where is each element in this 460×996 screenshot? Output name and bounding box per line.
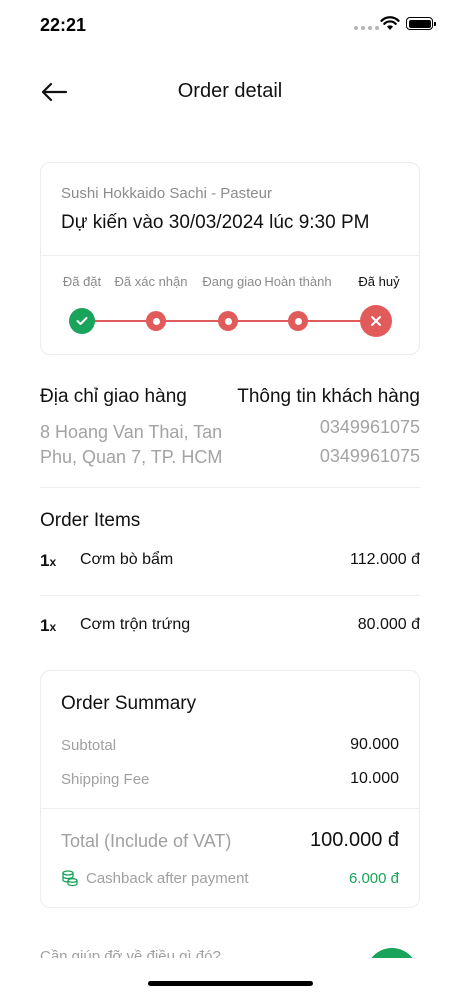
item-price: 112.000 đ [350, 551, 420, 568]
close-icon [371, 316, 381, 326]
cashback-value: 6.000 đ [348, 870, 399, 887]
signal-dots-icon [354, 26, 379, 30]
order-summary-card: Order Summary Subtotal 90.000 Shipping F… [40, 670, 420, 908]
delivery-address-title: Địa chỉ giao hàng [40, 386, 187, 407]
step-label-placed: Đã đặt [62, 274, 102, 289]
step-node-confirmed [146, 311, 166, 331]
step-label-confirmed: Đã xác nhận [114, 274, 188, 289]
step-node-cancelled [360, 305, 392, 337]
list-item: 1x Cơm trộn trứng 80.000 đ [40, 616, 420, 640]
divider [40, 487, 420, 488]
bottom-area [0, 958, 460, 996]
order-status-card: Sushi Hokkaido Sachi - Pasteur Dự kiến v… [40, 162, 420, 355]
list-item: 1x Cơm bò bẩm 112.000 đ [40, 551, 420, 575]
cashback-label: Cashback after payment [86, 870, 249, 887]
shipping-fee-label: Shipping Fee [61, 771, 150, 788]
address-line: 8 Hoang Van Thai, Tan [40, 422, 223, 442]
item-quantity: 1x [40, 551, 57, 570]
order-summary-title: Order Summary [61, 693, 197, 714]
total-label: Total (Include of VAT) [61, 831, 232, 851]
status-bar: 22:21 [0, 0, 460, 50]
coins-icon [62, 870, 78, 887]
divider [40, 595, 420, 596]
address-line: Phu, Quan 7, TP. HCM [40, 447, 223, 467]
item-price: 80.000 đ [357, 616, 420, 633]
step-label-completed: Hoàn thành [264, 274, 332, 289]
estimated-delivery: Dự kiến vào 30/03/2024 lúc 9:30 PM [61, 212, 370, 233]
item-name: Cơm bò bẩm [80, 551, 174, 568]
customer-phone[interactable]: 0349961075 [320, 446, 420, 467]
status-time: 22:21 [40, 15, 87, 35]
total-value: 100.000 đ [310, 829, 399, 851]
item-quantity: 1x [40, 616, 57, 635]
item-name: Cơm trộn trứng [80, 616, 191, 633]
page-title: Order detail [177, 80, 283, 102]
step-done-node [69, 308, 95, 334]
home-indicator[interactable] [148, 981, 313, 986]
order-items-title: Order Items [40, 510, 141, 531]
step-node-completed [288, 311, 308, 331]
header: Order detail [0, 64, 460, 120]
customer-phone[interactable]: 0349961075 [320, 417, 420, 438]
check-icon [76, 317, 88, 325]
divider [41, 255, 419, 256]
customer-info-title: Thông tin khách hàng [237, 386, 420, 407]
subtotal-label: Subtotal [61, 737, 117, 754]
store-name: Sushi Hokkaido Sachi - Pasteur [61, 185, 272, 202]
step-label-delivering: Đang giao [202, 274, 262, 289]
wifi-icon [380, 16, 400, 30]
shipping-fee-value: 10.000 [350, 770, 399, 787]
progress-steps: Đã đặt Đã xác nhận Đang giao Hoàn thành … [41, 274, 421, 292]
battery-icon [406, 17, 436, 30]
subtotal-value: 90.000 [350, 736, 399, 753]
step-label-cancelled: Đã huỷ [358, 274, 400, 289]
step-node-delivering [218, 311, 238, 331]
divider [41, 808, 419, 809]
